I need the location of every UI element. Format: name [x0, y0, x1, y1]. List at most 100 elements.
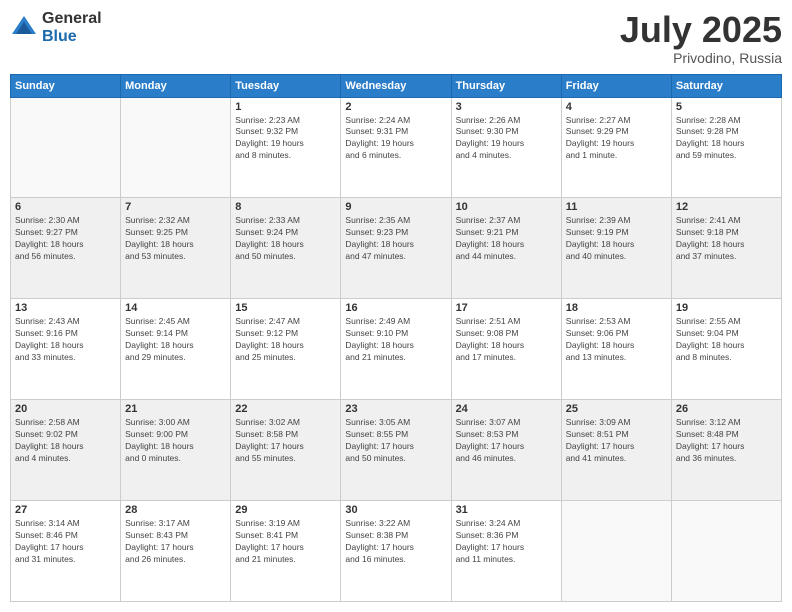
table-row: 27 Sunrise: 3:14 AMSunset: 8:46 PMDayligh…: [11, 501, 121, 602]
header-friday: Friday: [561, 74, 671, 97]
table-row: [11, 97, 121, 198]
day-info: Sunrise: 3:05 AMSunset: 8:55 PMDaylight:…: [345, 417, 446, 465]
day-info: Sunrise: 2:53 AMSunset: 9:06 PMDaylight:…: [566, 316, 667, 364]
day-number: 20: [15, 403, 116, 415]
day-info: Sunrise: 2:27 AMSunset: 9:29 PMDaylight:…: [566, 115, 667, 163]
table-row: 14 Sunrise: 2:45 AMSunset: 9:14 PMDayligh…: [121, 299, 231, 400]
table-row: [121, 97, 231, 198]
day-info: Sunrise: 3:24 AMSunset: 8:36 PMDaylight:…: [456, 518, 557, 566]
table-row: 17 Sunrise: 2:51 AMSunset: 9:08 PMDayligh…: [451, 299, 561, 400]
day-number: 3: [456, 101, 557, 113]
table-row: 5 Sunrise: 2:28 AMSunset: 9:28 PMDaylight…: [671, 97, 781, 198]
day-number: 11: [566, 201, 667, 213]
day-number: 9: [345, 201, 446, 213]
calendar-week-row: 27 Sunrise: 3:14 AMSunset: 8:46 PMDayligh…: [11, 501, 782, 602]
table-row: 8Sunrise: 2:33 AMSunset: 9:24 PMDaylight…: [231, 198, 341, 299]
day-info: Sunrise: 2:51 AMSunset: 9:08 PMDaylight:…: [456, 316, 557, 364]
day-number: 27: [15, 504, 116, 516]
day-info: Sunrise: 3:07 AMSunset: 8:53 PMDaylight:…: [456, 417, 557, 465]
day-number: 18: [566, 302, 667, 314]
day-info: Sunrise: 2:23 AMSunset: 9:32 PMDaylight:…: [235, 115, 336, 163]
logo-blue: Blue: [42, 28, 102, 46]
calendar-week-row: 6 Sunrise: 2:30 AMSunset: 9:27 PMDaylight…: [11, 198, 782, 299]
day-info: Sunrise: 2:58 AMSunset: 9:02 PMDaylight:…: [15, 417, 116, 465]
day-info: Sunrise: 3:00 AMSunset: 9:00 PMDaylight:…: [125, 417, 226, 465]
calendar-week-row: 13Sunrise: 2:43 AMSunset: 9:16 PMDayligh…: [11, 299, 782, 400]
calendar-week-row: 20 Sunrise: 2:58 AMSunset: 9:02 PMDayligh…: [11, 400, 782, 501]
day-info: Sunrise: 3:09 AMSunset: 8:51 PMDaylight:…: [566, 417, 667, 465]
day-number: 29: [235, 504, 336, 516]
day-number: 23: [345, 403, 446, 415]
header-thursday: Thursday: [451, 74, 561, 97]
title-block: July 2025 Privodino, Russia: [620, 10, 782, 66]
day-number: 25: [566, 403, 667, 415]
day-number: 28: [125, 504, 226, 516]
table-row: 18 Sunrise: 2:53 AMSunset: 9:06 PMDayligh…: [561, 299, 671, 400]
header-saturday: Saturday: [671, 74, 781, 97]
table-row: 10Sunrise: 2:37 AMSunset: 9:21 PMDayligh…: [451, 198, 561, 299]
table-row: 3 Sunrise: 2:26 AMSunset: 9:30 PMDaylight…: [451, 97, 561, 198]
header-monday: Monday: [121, 74, 231, 97]
month-title: July 2025: [620, 10, 782, 50]
day-info: Sunrise: 3:19 AMSunset: 8:41 PMDaylight:…: [235, 518, 336, 566]
day-number: 31: [456, 504, 557, 516]
day-info: Sunrise: 2:41 AMSunset: 9:18 PMDaylight:…: [676, 215, 777, 263]
day-number: 12: [676, 201, 777, 213]
calendar-table: Sunday Monday Tuesday Wednesday Thursday…: [10, 74, 782, 602]
day-number: 24: [456, 403, 557, 415]
table-row: 1 Sunrise: 2:23 AMSunset: 9:32 PMDaylight…: [231, 97, 341, 198]
day-number: 4: [566, 101, 667, 113]
table-row: 30 Sunrise: 3:22 AMSunset: 8:38 PMDayligh…: [341, 501, 451, 602]
table-row: 2 Sunrise: 2:24 AMSunset: 9:31 PMDaylight…: [341, 97, 451, 198]
table-row: 12 Sunrise: 2:41 AMSunset: 9:18 PMDayligh…: [671, 198, 781, 299]
table-row: 9 Sunrise: 2:35 AMSunset: 9:23 PMDaylight…: [341, 198, 451, 299]
day-number: 8: [235, 201, 336, 213]
day-info: Sunrise: 3:17 AMSunset: 8:43 PMDaylight:…: [125, 518, 226, 566]
day-number: 16: [345, 302, 446, 314]
day-number: 21: [125, 403, 226, 415]
day-info: Sunrise: 2:45 AMSunset: 9:14 PMDaylight:…: [125, 316, 226, 364]
day-number: 26: [676, 403, 777, 415]
day-number: 6: [15, 201, 116, 213]
day-number: 7: [125, 201, 226, 213]
day-number: 30: [345, 504, 446, 516]
day-info: Sunrise: 2:24 AMSunset: 9:31 PMDaylight:…: [345, 115, 446, 163]
day-number: 17: [456, 302, 557, 314]
table-row: 23 Sunrise: 3:05 AMSunset: 8:55 PMDayligh…: [341, 400, 451, 501]
day-number: 15: [235, 302, 336, 314]
table-row: 13Sunrise: 2:43 AMSunset: 9:16 PMDayligh…: [11, 299, 121, 400]
day-number: 5: [676, 101, 777, 113]
day-info: Sunrise: 3:22 AMSunset: 8:38 PMDaylight:…: [345, 518, 446, 566]
day-number: 2: [345, 101, 446, 113]
table-row: 16Sunrise: 2:49 AMSunset: 9:10 PMDayligh…: [341, 299, 451, 400]
table-row: 19Sunrise: 2:55 AMSunset: 9:04 PMDayligh…: [671, 299, 781, 400]
day-info: Sunrise: 2:37 AMSunset: 9:21 PMDaylight:…: [456, 215, 557, 263]
table-row: 22Sunrise: 3:02 AMSunset: 8:58 PMDayligh…: [231, 400, 341, 501]
day-info: Sunrise: 2:35 AMSunset: 9:23 PMDaylight:…: [345, 215, 446, 263]
day-info: Sunrise: 3:02 AMSunset: 8:58 PMDaylight:…: [235, 417, 336, 465]
day-info: Sunrise: 2:28 AMSunset: 9:28 PMDaylight:…: [676, 115, 777, 163]
header: General Blue July 2025 Privodino, Russia: [10, 10, 782, 66]
day-info: Sunrise: 2:47 AMSunset: 9:12 PMDaylight:…: [235, 316, 336, 364]
day-info: Sunrise: 3:14 AMSunset: 8:46 PMDaylight:…: [15, 518, 116, 566]
header-sunday: Sunday: [11, 74, 121, 97]
table-row: 25 Sunrise: 3:09 AMSunset: 8:51 PMDayligh…: [561, 400, 671, 501]
day-info: Sunrise: 2:39 AMSunset: 9:19 PMDaylight:…: [566, 215, 667, 263]
table-row: 7 Sunrise: 2:32 AMSunset: 9:25 PMDaylight…: [121, 198, 231, 299]
day-info: Sunrise: 2:32 AMSunset: 9:25 PMDaylight:…: [125, 215, 226, 263]
calendar-header-row: Sunday Monday Tuesday Wednesday Thursday…: [11, 74, 782, 97]
day-info: Sunrise: 2:26 AMSunset: 9:30 PMDaylight:…: [456, 115, 557, 163]
day-number: 13: [15, 302, 116, 314]
table-row: 28 Sunrise: 3:17 AMSunset: 8:43 PMDayligh…: [121, 501, 231, 602]
day-number: 1: [235, 101, 336, 113]
location: Privodino, Russia: [620, 50, 782, 66]
day-info: Sunrise: 2:30 AMSunset: 9:27 PMDaylight:…: [15, 215, 116, 263]
table-row: 11 Sunrise: 2:39 AMSunset: 9:19 PMDayligh…: [561, 198, 671, 299]
calendar-week-row: 1 Sunrise: 2:23 AMSunset: 9:32 PMDaylight…: [11, 97, 782, 198]
table-row: 24 Sunrise: 3:07 AMSunset: 8:53 PMDayligh…: [451, 400, 561, 501]
table-row: 20 Sunrise: 2:58 AMSunset: 9:02 PMDayligh…: [11, 400, 121, 501]
logo: General Blue: [10, 10, 102, 45]
table-row: 26Sunrise: 3:12 AMSunset: 8:48 PMDayligh…: [671, 400, 781, 501]
logo-text: General Blue: [42, 10, 102, 45]
day-number: 14: [125, 302, 226, 314]
